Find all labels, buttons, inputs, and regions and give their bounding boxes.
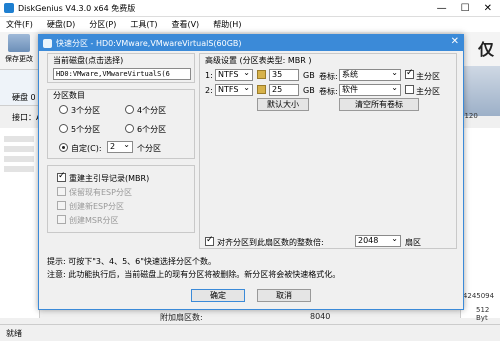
partition-2-primary-label: 主分区 bbox=[416, 87, 440, 96]
partition-count-label: 分区数目 bbox=[53, 91, 85, 100]
dialog-title: 快速分区 - HD0:VMware,VMwareVirtualS(60GB) bbox=[56, 38, 242, 48]
partition-1-index: 1: bbox=[205, 71, 213, 80]
partition-2-volume-label: 卷标: bbox=[319, 87, 338, 96]
create-esp-label: 创建新ESP分区 bbox=[69, 202, 124, 211]
tree-item[interactable] bbox=[4, 156, 34, 162]
right-pane bbox=[460, 128, 500, 318]
save-icon bbox=[8, 34, 30, 52]
default-size-button[interactable]: 默认大小 bbox=[257, 98, 309, 111]
align-partitions-checkbox[interactable] bbox=[205, 235, 214, 246]
current-disk-label: 当前磁盘(点击选择) bbox=[53, 56, 124, 65]
menu-view[interactable]: 查看(V) bbox=[171, 19, 199, 30]
menu-file[interactable]: 文件(F) bbox=[6, 19, 33, 30]
menu-disk[interactable]: 硬盘(D) bbox=[47, 19, 75, 30]
hint-shortcut: 提示: 可按下"3、4、5、6"快速选择分区个数。 bbox=[47, 257, 216, 266]
create-esp-checkbox[interactable] bbox=[57, 201, 66, 210]
partition-2-primary-checkbox[interactable] bbox=[405, 85, 414, 94]
dialog-titlebar: 快速分区 - HD0:VMware,VMwareVirtualS(60GB) bbox=[39, 35, 463, 51]
advanced-settings-group bbox=[199, 53, 457, 249]
custom-count-suffix: 个分区 bbox=[137, 144, 161, 153]
menu-bar: 文件(F) 硬盘(D) 分区(P) 工具(T) 查看(V) 帮助(H) bbox=[0, 17, 500, 32]
partition-1-disk-icon bbox=[257, 70, 266, 79]
partition-1-volume-select[interactable]: 系统 bbox=[339, 69, 401, 81]
partition-2-disk-icon bbox=[257, 85, 266, 94]
clear-labels-button[interactable]: 清空所有卷标 bbox=[339, 98, 419, 111]
menu-help[interactable]: 帮助(H) bbox=[213, 19, 241, 30]
partition-2-unit: GB bbox=[303, 86, 315, 95]
minimize-button[interactable]: — bbox=[437, 3, 447, 14]
radio-custom-partitions[interactable] bbox=[59, 143, 68, 152]
partition-1-unit: GB bbox=[303, 71, 315, 80]
radio-6-label: 6个分区 bbox=[137, 125, 167, 134]
radio-custom-label: 自定(C): bbox=[71, 144, 102, 153]
radio-5-label: 5个分区 bbox=[71, 125, 101, 134]
partition-1-volume-label: 卷标: bbox=[319, 72, 338, 81]
rebuild-mbr-label: 重建主引导记录(MBR) bbox=[69, 174, 150, 183]
dialog-logo-icon bbox=[43, 38, 52, 48]
partition-1-fs-select[interactable]: NTFS bbox=[215, 69, 253, 81]
status-text: 就绪 bbox=[6, 328, 22, 338]
app-title: DiskGenius V4.3.0 x64 免费版 bbox=[18, 3, 136, 13]
tree-item[interactable] bbox=[4, 146, 34, 152]
partition-1-primary-label: 主分区 bbox=[416, 72, 440, 81]
radio-4-label: 4个分区 bbox=[137, 106, 167, 115]
partition-1-primary-checkbox[interactable] bbox=[405, 68, 414, 79]
create-msr-label: 创建MSR分区 bbox=[69, 216, 119, 225]
sector-size: 512 Byt bbox=[476, 306, 490, 322]
hint-warning: 注意: 此功能执行后，当前磁盘上的现有分区将被删除。新分区将会被快速格式化。 bbox=[47, 270, 341, 279]
keep-esp-label: 保留现有ESP分区 bbox=[69, 188, 132, 197]
extra-sectors-value: 8040 bbox=[310, 312, 331, 321]
cancel-button[interactable]: 取消 bbox=[257, 289, 311, 302]
partition-2-index: 2: bbox=[205, 86, 213, 95]
current-disk-field[interactable]: HD0:VMware,VMwareVirtualS(6 bbox=[53, 68, 191, 80]
tree-item[interactable] bbox=[4, 136, 34, 142]
align-unit: 扇区 bbox=[405, 238, 421, 247]
partition-2-volume-select[interactable]: 软件 bbox=[339, 84, 401, 96]
close-button[interactable]: ✕ bbox=[484, 3, 492, 14]
partition-1-size-field[interactable]: 35 bbox=[269, 69, 299, 81]
menu-tools[interactable]: 工具(T) bbox=[130, 19, 157, 30]
window-controls: — ☐ ✕ bbox=[437, 0, 498, 17]
advanced-settings-label: 高级设置 (分区表类型: MBR ) bbox=[205, 56, 312, 65]
radio-6-partitions[interactable] bbox=[125, 124, 134, 133]
app-logo-icon bbox=[4, 3, 14, 13]
menu-partition[interactable]: 分区(P) bbox=[89, 19, 116, 30]
align-sectors-select[interactable]: 2048 bbox=[355, 235, 401, 247]
custom-count-select[interactable]: 2 bbox=[107, 141, 133, 153]
quick-partition-dialog: 快速分区 - HD0:VMware,VMwareVirtualS(60GB) ✕… bbox=[38, 34, 464, 310]
keep-esp-checkbox[interactable] bbox=[57, 187, 66, 196]
status-bar: 就绪 bbox=[0, 324, 500, 341]
radio-3-partitions[interactable] bbox=[59, 105, 68, 114]
ok-button[interactable]: 确定 bbox=[191, 289, 245, 302]
radio-4-partitions[interactable] bbox=[125, 105, 134, 114]
disk-tree-pane[interactable] bbox=[0, 128, 40, 318]
radio-3-label: 3个分区 bbox=[71, 106, 101, 115]
tree-item[interactable] bbox=[4, 166, 34, 172]
create-msr-checkbox[interactable] bbox=[57, 215, 66, 224]
extra-sectors-label: 附加扇区数: bbox=[160, 313, 203, 322]
radio-5-partitions[interactable] bbox=[59, 124, 68, 133]
partition-2-fs-select[interactable]: NTFS bbox=[215, 84, 253, 96]
app-titlebar: DiskGenius V4.3.0 x64 免费版 bbox=[0, 0, 500, 17]
align-partitions-label: 对齐分区到此扇区数的整数倍: bbox=[217, 238, 324, 247]
brand-text: 仅 bbox=[477, 40, 494, 59]
save-changes-button[interactable]: 保存更改 bbox=[2, 34, 36, 68]
maximize-button[interactable]: ☐ bbox=[461, 3, 470, 14]
rebuild-mbr-checkbox[interactable] bbox=[57, 171, 66, 182]
partition-2-size-field[interactable]: 25 bbox=[269, 84, 299, 96]
dialog-close-button[interactable]: ✕ bbox=[451, 36, 459, 47]
save-changes-label: 保存更改 bbox=[5, 55, 33, 63]
